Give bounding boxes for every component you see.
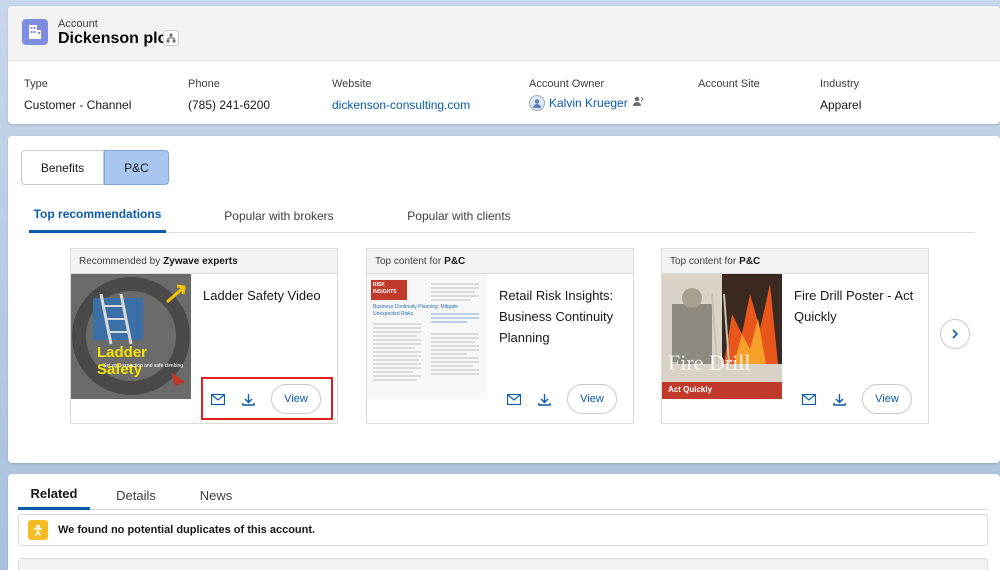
card-header-prefix: Recommended by: [79, 255, 161, 267]
object-label: Account: [58, 18, 98, 30]
account-highlights-panel: Account Dickenson plc Type Customer - Ch…: [8, 6, 1000, 124]
field-value: Apparel: [820, 98, 862, 112]
card-header-source: P&C: [739, 255, 761, 267]
field-industry: Industry Apparel: [820, 78, 861, 112]
owner-row: Kalvin Krueger: [529, 94, 644, 112]
tab-related[interactable]: Related: [18, 480, 90, 510]
card-header: Recommended by Zywave experts: [71, 249, 337, 274]
card-title[interactable]: Fire Drill Poster - Act Quickly: [794, 285, 924, 327]
next-button[interactable]: [940, 319, 970, 349]
tab-top-recommendations[interactable]: Top recommendations: [29, 198, 166, 233]
phone-value: (785) 241-6200: [188, 98, 271, 112]
recommendation-tabs: Top recommendations Popular with brokers…: [29, 198, 975, 233]
email-icon[interactable]: [499, 387, 529, 411]
thumbnail-subtitle: Set up, inspection and safe climbing: [103, 363, 184, 369]
thumbnail-subtitle: Act Quickly: [668, 385, 713, 394]
hierarchy-icon: [166, 33, 176, 43]
card-title[interactable]: Ladder Safety Video: [203, 285, 333, 306]
next-related-list: [18, 558, 988, 570]
tab-news[interactable]: News: [186, 480, 246, 510]
card-header-source: P&C: [444, 255, 466, 267]
view-button[interactable]: View: [567, 384, 617, 414]
line-toggle: Benefits P&C: [21, 150, 169, 185]
card-title[interactable]: Retail Risk Insights: Business Continuit…: [499, 285, 629, 348]
card-header: Top content for P&C: [662, 249, 928, 274]
duplicate-check-card: We found no potential duplicates of this…: [18, 514, 988, 546]
fire-drill-poster-image: [662, 274, 782, 399]
field-value: Customer - Channel: [24, 98, 132, 112]
view-button[interactable]: View: [862, 384, 912, 414]
website-link[interactable]: dickenson-consulting.com: [332, 98, 470, 112]
field-type: Type Customer - Channel: [24, 78, 131, 112]
duplicate-message: We found no potential duplicates of this…: [58, 524, 316, 536]
field-label: Account Owner: [529, 78, 605, 90]
card-actions: View: [794, 384, 912, 414]
thumbnail-title: Ladder Safety: [97, 344, 148, 378]
account-header: Account Dickenson plc: [8, 6, 1000, 61]
related-panel: Related Details News We found no potenti…: [8, 474, 1000, 570]
highlight-fields: Type Customer - Channel Phone (785) 241-…: [24, 78, 984, 118]
document-preview-image: [373, 283, 479, 381]
field-account-site: Account Site: [698, 78, 760, 98]
benefits-toggle-button[interactable]: Benefits: [21, 150, 104, 185]
field-account-owner: Account Owner Kalvin Krueger: [529, 78, 644, 112]
field-label: Account Site: [698, 78, 760, 90]
field-label: Industry: [820, 78, 860, 90]
email-icon[interactable]: [794, 387, 824, 411]
card-thumbnail[interactable]: RISK INSIGHTS Business Continuity Planni…: [367, 274, 487, 399]
card-header-prefix: Top content for: [375, 255, 442, 267]
pc-toggle-button[interactable]: P&C: [104, 150, 169, 185]
card-header: Top content for P&C: [367, 249, 633, 274]
content-card: Top content for P&C Fire Drill Act Quick…: [661, 248, 929, 424]
field-website: Website dickenson-consulting.com: [332, 78, 470, 112]
page-title: Dickenson plc: [58, 30, 167, 47]
avatar-icon: [529, 95, 545, 111]
building-icon: [22, 19, 48, 45]
tab-popular-with-clients[interactable]: Popular with clients: [379, 198, 539, 233]
change-owner-icon[interactable]: [632, 94, 644, 112]
tab-popular-with-brokers[interactable]: Popular with brokers: [209, 198, 349, 233]
card-thumbnail[interactable]: Ladder Safety Set up, inspection and saf…: [71, 274, 191, 399]
card-thumbnail[interactable]: Fire Drill Act Quickly: [662, 274, 782, 399]
chevron-right-icon: [952, 329, 959, 339]
related-tabs: Related Details News: [18, 480, 988, 510]
field-label: Type: [24, 78, 48, 90]
recommendations-panel: Benefits P&C Top recommendations Popular…: [8, 136, 1000, 463]
duplicate-icon: [28, 520, 48, 540]
card-header-prefix: Top content for: [670, 255, 737, 267]
hierarchy-button[interactable]: [163, 30, 179, 46]
card-header-source: Zywave experts: [163, 255, 238, 267]
highlight-box: [201, 377, 333, 420]
download-icon[interactable]: [824, 387, 854, 411]
owner-link[interactable]: Kalvin Krueger: [549, 96, 628, 110]
download-icon[interactable]: [529, 387, 559, 411]
thumbnail-title: Fire Drill: [668, 350, 751, 375]
field-phone: Phone (785) 241-6200: [188, 78, 270, 112]
tab-details[interactable]: Details: [106, 480, 166, 510]
field-label: Website: [332, 78, 372, 90]
card-actions: View: [499, 384, 617, 414]
content-card: Top content for P&C RISK INSIGHTS Busine…: [366, 248, 634, 424]
ladder-thumbnail-image: [71, 274, 191, 399]
content-card: Recommended by Zywave experts Ladder Saf…: [70, 248, 338, 424]
field-label: Phone: [188, 78, 220, 90]
